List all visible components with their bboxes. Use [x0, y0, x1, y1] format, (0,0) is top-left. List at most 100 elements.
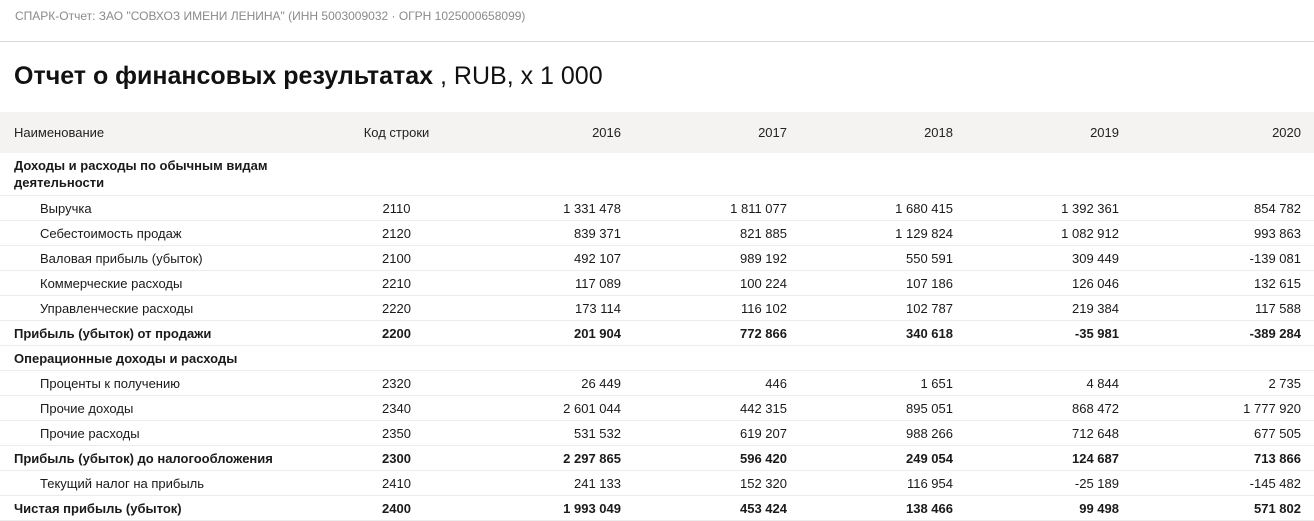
table-row[interactable]: Текущий налог на прибыль 2410 241 133 152 3… — [0, 470, 1314, 496]
row-value-cell: -145 482 — [1119, 470, 1314, 496]
row-code-cell: 2100 — [330, 245, 463, 271]
row-value-cell — [621, 153, 787, 196]
row-value-cell: 1 129 824 — [787, 220, 953, 246]
row-value-cell — [953, 153, 1119, 196]
row-value-cell: 2 601 044 — [463, 395, 621, 421]
row-value-cell: 821 885 — [621, 220, 787, 246]
row-value-cell: 241 133 — [463, 470, 621, 496]
row-code-cell: 2200 — [330, 320, 463, 346]
row-value-cell: 713 866 — [1119, 445, 1314, 471]
row-code-cell — [330, 345, 463, 371]
column-header-2019[interactable]: 2019 — [953, 112, 1119, 153]
report-unit: , RUB, x 1 000 — [433, 62, 603, 90]
table-row[interactable]: Прибыль (убыток) до налогообложения 2300 2… — [0, 445, 1314, 471]
row-value-cell: 116 102 — [621, 295, 787, 321]
column-header-2020[interactable]: 2020 — [1119, 112, 1314, 153]
row-value-cell: 107 186 — [787, 270, 953, 296]
row-value-cell: 772 866 — [621, 320, 787, 346]
row-value-cell: 895 051 — [787, 395, 953, 421]
table-row[interactable]: Валовая прибыль (убыток) 2100 492 107 989 1… — [0, 245, 1314, 271]
row-value-cell: 712 648 — [953, 420, 1119, 446]
table-row[interactable]: Доходы и расходы по обычным видам деятел… — [0, 153, 1314, 196]
breadcrumb: СПАРК-Отчет: ЗАО "СОВХОЗ ИМЕНИ ЛЕНИНА" (… — [0, 0, 1314, 42]
row-code-cell: 2120 — [330, 220, 463, 246]
row-name-cell: Текущий налог на прибыль — [0, 470, 330, 496]
table-row[interactable]: Операционные доходы и расходы — [0, 345, 1314, 371]
row-value-cell: 839 371 — [463, 220, 621, 246]
row-value-cell: 132 615 — [1119, 270, 1314, 296]
row-code-cell: 2210 — [330, 270, 463, 296]
table-row[interactable]: Чистая прибыль (убыток) 2400 1 993 049 453 … — [0, 495, 1314, 521]
column-header-code[interactable]: Код строки — [330, 112, 463, 153]
financial-results-table: Наименование Код строки 2016 2017 2018 2… — [0, 112, 1314, 521]
table-row[interactable]: Прочие расходы 2350 531 532 619 207 988 266 7… — [0, 420, 1314, 446]
row-value-cell: 249 054 — [787, 445, 953, 471]
table-row[interactable]: Проценты к получению 2320 26 449 446 1 651 4 … — [0, 370, 1314, 396]
column-header-2017[interactable]: 2017 — [621, 112, 787, 153]
table-row[interactable]: Выручка 2110 1 331 478 1 811 077 1 680 415 1 … — [0, 195, 1314, 221]
column-header-2016[interactable]: 2016 — [463, 112, 621, 153]
row-value-cell: 340 618 — [787, 320, 953, 346]
row-name-cell: Управленческие расходы — [0, 295, 330, 321]
row-code-cell — [330, 153, 463, 196]
row-value-cell: 1 811 077 — [621, 195, 787, 221]
row-value-cell: 1 680 415 — [787, 195, 953, 221]
row-name-cell: Коммерческие расходы — [0, 270, 330, 296]
row-code-cell: 2400 — [330, 495, 463, 521]
row-value-cell: 2 735 — [1119, 370, 1314, 396]
row-value-cell: 442 315 — [621, 395, 787, 421]
row-value-cell: 102 787 — [787, 295, 953, 321]
row-name-cell: Доходы и расходы по обычным видам деятел… — [0, 153, 330, 196]
row-value-cell: -389 284 — [1119, 320, 1314, 346]
row-value-cell: 1 331 478 — [463, 195, 621, 221]
row-value-cell — [621, 345, 787, 371]
row-value-cell — [1119, 345, 1314, 371]
row-name-cell: Прочие расходы — [0, 420, 330, 446]
row-name-cell: Чистая прибыль (убыток) — [0, 495, 330, 521]
row-name-cell: Прибыль (убыток) до налогообложения — [0, 445, 330, 471]
row-value-cell: 1 651 — [787, 370, 953, 396]
section-title: Доходы и расходы по обычным видам деятел… — [14, 158, 268, 190]
row-value-cell — [1119, 153, 1314, 196]
row-value-cell: 4 844 — [953, 370, 1119, 396]
column-header-name[interactable]: Наименование — [0, 112, 330, 153]
row-value-cell: 2 297 865 — [463, 445, 621, 471]
table-body: Доходы и расходы по обычным видам деятел… — [0, 153, 1314, 521]
table-row[interactable]: Прибыль (убыток) от продажи 2200 201 904 77… — [0, 320, 1314, 346]
row-code-cell: 2320 — [330, 370, 463, 396]
row-value-cell: 988 266 — [787, 420, 953, 446]
row-code-cell: 2110 — [330, 195, 463, 221]
row-value-cell: 531 532 — [463, 420, 621, 446]
row-value-cell: 173 114 — [463, 295, 621, 321]
row-value-cell: 492 107 — [463, 245, 621, 271]
table-row[interactable]: Управленческие расходы 2220 173 114 116 102… — [0, 295, 1314, 321]
table-row[interactable]: Коммерческие расходы 2210 117 089 100 224 10… — [0, 270, 1314, 296]
row-value-cell: 550 591 — [787, 245, 953, 271]
page-title: Отчет о финансовых результатах — [14, 62, 434, 90]
table-row[interactable]: Себестоимость продаж 2120 839 371 821 885 1 … — [0, 220, 1314, 246]
row-value-cell: 152 320 — [621, 470, 787, 496]
table-row[interactable]: Прочие доходы 2340 2 601 044 442 315 895 051… — [0, 395, 1314, 421]
table-header-row: Наименование Код строки 2016 2017 2018 2… — [0, 112, 1314, 153]
row-name-cell: Проценты к получению — [0, 370, 330, 396]
row-value-cell: -25 189 — [953, 470, 1119, 496]
row-value-cell: -139 081 — [1119, 245, 1314, 271]
row-value-cell: 99 498 — [953, 495, 1119, 521]
row-value-cell: 619 207 — [621, 420, 787, 446]
row-value-cell: 571 802 — [1119, 495, 1314, 521]
row-code-cell: 2340 — [330, 395, 463, 421]
row-value-cell: 446 — [621, 370, 787, 396]
row-value-cell: 854 782 — [1119, 195, 1314, 221]
row-value-cell: 1 777 920 — [1119, 395, 1314, 421]
row-name-cell: Выручка — [0, 195, 330, 221]
row-value-cell — [463, 153, 621, 196]
row-value-cell: -35 981 — [953, 320, 1119, 346]
row-value-cell: 116 954 — [787, 470, 953, 496]
row-value-cell: 989 192 — [621, 245, 787, 271]
row-code-cell: 2350 — [330, 420, 463, 446]
column-header-2018[interactable]: 2018 — [787, 112, 953, 153]
row-code-cell: 2300 — [330, 445, 463, 471]
row-value-cell: 1 082 912 — [953, 220, 1119, 246]
row-name-cell: Валовая прибыль (убыток) — [0, 245, 330, 271]
row-value-cell: 100 224 — [621, 270, 787, 296]
